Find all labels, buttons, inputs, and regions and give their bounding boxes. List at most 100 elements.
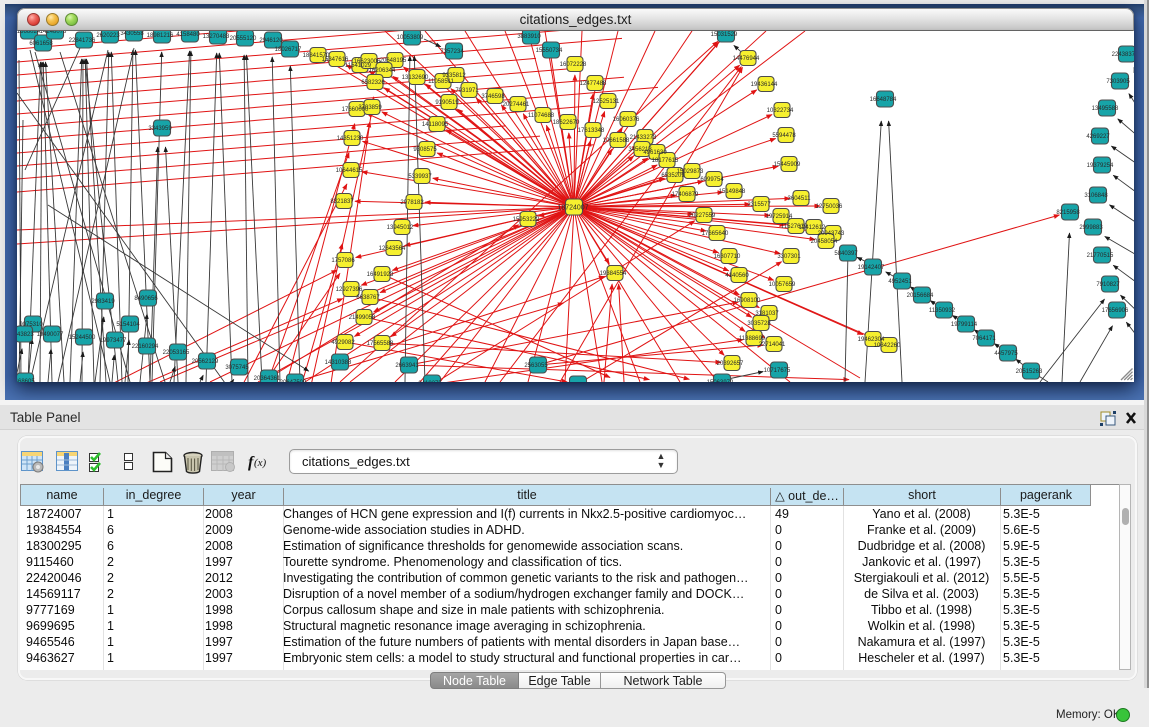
svg-text:20515263: 20515263 [1016, 369, 1043, 375]
svg-text:8490656: 8490656 [134, 296, 158, 302]
svg-text:19799114: 19799114 [951, 322, 978, 328]
svg-text:4140560: 4140560 [725, 273, 749, 279]
svg-text:17406879: 17406879 [672, 192, 699, 198]
svg-text:2563055: 2563055 [524, 363, 548, 369]
svg-text:7303905: 7303905 [1106, 79, 1130, 85]
svg-text:2978182: 2978182 [400, 200, 424, 206]
svg-text:13495588: 13495588 [1092, 106, 1119, 112]
svg-text:20555120: 20555120 [230, 36, 257, 42]
svg-text:11074688: 11074688 [528, 113, 555, 119]
svg-text:16491923: 16491923 [367, 272, 394, 278]
svg-text:2663941: 2663941 [395, 363, 419, 369]
svg-text:3703859: 3703859 [358, 105, 382, 111]
svg-text:17613348: 17613348 [578, 128, 605, 134]
svg-text:14351230: 14351230 [337, 136, 364, 142]
svg-text:16908100: 16908100 [734, 298, 761, 304]
svg-text:15031529: 15031529 [711, 32, 738, 38]
svg-text:3035728: 3035728 [747, 321, 771, 327]
svg-text:3604511: 3604511 [788, 196, 812, 202]
svg-text:22438378: 22438378 [1112, 52, 1134, 58]
svg-text:19490077: 19490077 [37, 332, 64, 338]
svg-text:11866024: 11866024 [17, 31, 41, 35]
svg-text:14248078: 14248078 [40, 31, 67, 35]
svg-text:9190519: 9190519 [435, 100, 459, 106]
svg-text:20647509: 20647509 [280, 380, 307, 382]
svg-text:20364361: 20364361 [254, 376, 281, 382]
svg-text:12525131: 12525131 [593, 99, 620, 105]
svg-text:11058511: 11058511 [428, 79, 454, 85]
svg-text:3181037: 3181037 [755, 311, 779, 317]
svg-text:7031971: 7031971 [455, 88, 479, 94]
svg-text:18724007: 18724007 [557, 205, 588, 212]
svg-text:6535209: 6535209 [661, 173, 685, 179]
svg-text:4269227: 4269227 [1086, 134, 1110, 140]
svg-text:2999883: 2999883 [1079, 225, 1103, 231]
svg-text:19379254: 19379254 [1087, 163, 1114, 169]
svg-text:6061658: 6061658 [29, 41, 53, 47]
svg-text:22714041: 22714041 [759, 342, 786, 348]
svg-text:17656906: 17656906 [1102, 308, 1129, 314]
svg-text:5840397: 5840397 [834, 251, 858, 257]
svg-text:19973477: 19973477 [100, 338, 127, 344]
svg-text:16072228: 16072228 [560, 62, 587, 68]
svg-text:20458054: 20458054 [811, 239, 838, 245]
svg-text:2946120: 2946120 [259, 38, 283, 44]
svg-text:16206344: 16206344 [369, 68, 396, 74]
svg-text:5339937: 5339937 [408, 174, 432, 180]
svg-text:22841736: 22841736 [69, 38, 96, 44]
svg-text:14118095: 14118095 [422, 122, 449, 128]
svg-text:18981216: 18981216 [147, 33, 174, 39]
svg-text:22160294: 22160294 [132, 344, 159, 350]
svg-text:13270483: 13270483 [203, 34, 230, 40]
svg-text:8215958: 8215958 [1056, 210, 1080, 216]
svg-text:15445909: 15445909 [774, 162, 801, 168]
svg-text:19384554: 19384554 [600, 271, 627, 277]
svg-text:12643564: 12643564 [379, 246, 406, 252]
svg-text:12927396: 12927396 [336, 287, 363, 293]
svg-text:4457975: 4457975 [994, 351, 1018, 357]
svg-text:15063972: 15063972 [707, 380, 734, 382]
svg-text:22053165: 22053165 [163, 350, 190, 356]
svg-text:13945012: 13945012 [387, 225, 414, 231]
svg-text:19436144: 19436144 [751, 82, 778, 88]
svg-text:19142407: 19142407 [858, 265, 885, 271]
svg-text:4158480: 4158480 [176, 32, 200, 38]
svg-text:21499058: 21499058 [349, 315, 376, 321]
svg-text:1757086: 1757086 [331, 258, 355, 264]
svg-text:14310388: 14310388 [325, 360, 352, 366]
svg-text:4961630: 4961630 [643, 150, 667, 156]
svg-text:3883910: 3883910 [517, 34, 541, 40]
svg-text:16307710: 16307710 [714, 254, 741, 260]
svg-text:20156684: 20156684 [907, 293, 934, 299]
svg-text:6582326: 6582326 [361, 80, 385, 86]
svg-text:20648195: 20648195 [380, 58, 407, 64]
svg-text:17665640: 17665640 [702, 231, 729, 237]
svg-text:12477488: 12477488 [580, 81, 607, 87]
svg-text:11350932: 11350932 [929, 308, 956, 314]
svg-text:5468605: 5468605 [17, 379, 35, 382]
svg-text:10342260: 10342260 [874, 343, 901, 349]
svg-text:20227559: 20227559 [689, 213, 716, 219]
svg-text:15244500: 15244500 [69, 335, 96, 341]
svg-text:13132690: 13132690 [402, 75, 429, 81]
svg-text:3746598: 3746598 [481, 94, 505, 100]
svg-text:20274461: 20274461 [503, 102, 530, 108]
svg-text:10053809: 10053809 [397, 35, 424, 41]
svg-text:20562129: 20562129 [192, 359, 219, 365]
svg-text:3075745: 3075745 [225, 365, 249, 371]
svg-text:8418275: 8418275 [418, 381, 442, 382]
svg-text:20943743: 20943743 [818, 231, 845, 237]
svg-text:3106848: 3106848 [1084, 193, 1108, 199]
svg-text:4043823: 4043823 [17, 332, 34, 338]
svg-text:4952451: 4952451 [888, 279, 912, 285]
svg-text:20392657: 20392657 [717, 361, 744, 367]
svg-text:9335812: 9335812 [442, 73, 466, 79]
svg-text:18177615: 18177615 [652, 158, 679, 164]
svg-text:3307301: 3307301 [777, 254, 801, 260]
svg-text:7910827: 7910827 [1096, 282, 1120, 288]
svg-text:5594478: 5594478 [772, 133, 796, 139]
svg-text:3430558: 3430558 [120, 31, 144, 37]
svg-text:21433273: 21433273 [630, 135, 657, 141]
svg-text:7357234: 7357234 [440, 49, 464, 55]
svg-text:15953222: 15953222 [513, 217, 540, 223]
